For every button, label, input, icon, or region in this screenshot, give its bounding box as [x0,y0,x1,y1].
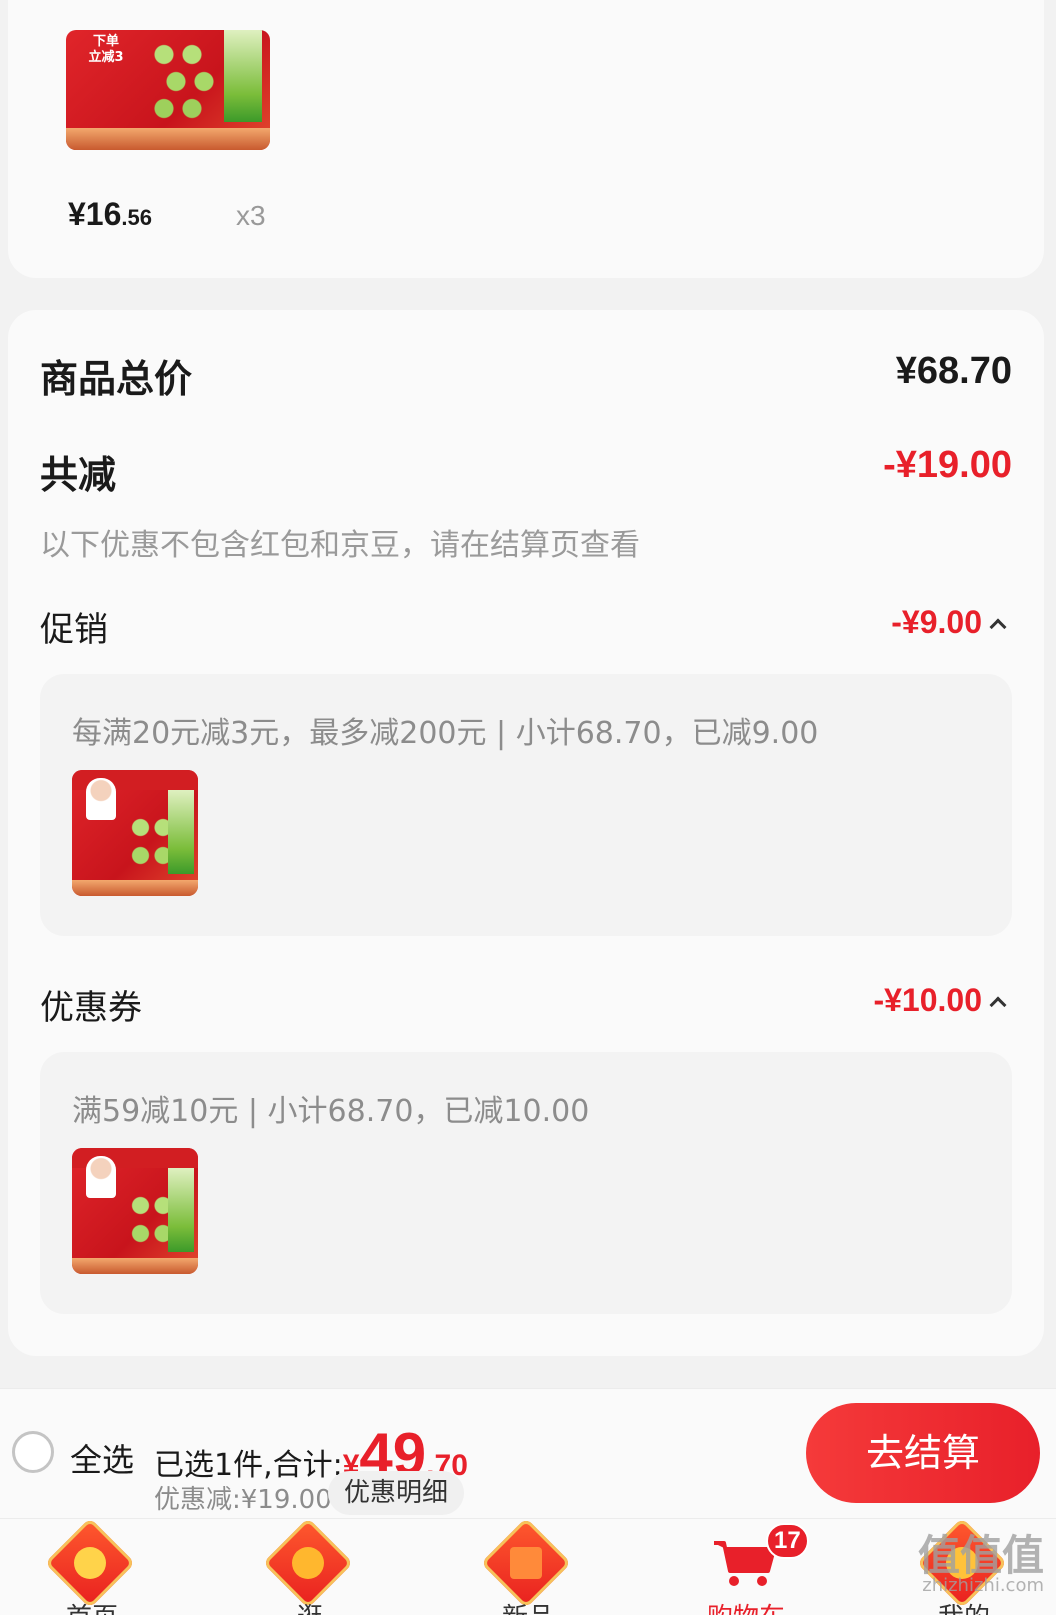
total-discount-label: 共减 [40,453,117,497]
cart-count-badge: 17 [766,1523,809,1559]
promotion-value: -¥9.00 [891,604,982,640]
coupon-value: -¥10.00 [873,982,982,1018]
watermark-text: 值值值 [917,1531,1044,1580]
discount-detail-button[interactable]: 优惠明细 [328,1471,465,1515]
thumbnail-shelf [72,880,198,896]
tissue-rolls-image [148,32,228,122]
bottom-tab-bar: 首页 逛 新品 17 购物车 我的 值值值 zhizhizhi.com [0,1518,1056,1615]
selected-count-text: 已选1件,合计: [154,1448,343,1483]
select-all-checkbox[interactable] [12,1431,54,1473]
thumbnail-person [86,778,116,820]
tab-new-products[interactable]: 新品 [458,1519,598,1615]
total-price-label: 商品总价 [40,357,193,401]
item-quantity[interactable]: x3 [236,200,266,232]
coupon-toggle[interactable]: -¥10.00 [873,982,1007,1019]
thumbnail-shelf [72,1258,198,1274]
thumbnail-promo-tag: 下单 立减3 [88,34,124,65]
total-discount-value: -¥19.00 [883,444,1012,486]
tab-label: 我的 [894,1597,1034,1615]
promotion-detail-box: 每满20元减3元，最多减200元 | 小计68.70，已减9.00 [40,674,1012,936]
price-summary-card: 商品总价 ¥68.70 共减 -¥19.00 以下优惠不包含红包和京豆，请在结算… [8,310,1044,1356]
tissue-pack-image [224,30,262,122]
thumbnail-shelf [66,128,270,150]
tab-browse[interactable]: 逛 [240,1519,380,1615]
discount-note: 以下优惠不包含红包和京豆，请在结算页查看 [40,528,640,563]
tissue-pack-image [168,790,194,874]
item-price-cents: .56 [121,205,152,230]
promotion-toggle[interactable]: -¥9.00 [891,604,1007,641]
promotion-product-thumbnail[interactable] [72,770,198,896]
browse-icon [262,1519,354,1609]
checkout-button[interactable]: 去结算 [806,1403,1040,1503]
tab-label: 新品 [458,1597,598,1615]
tab-label: 首页 [22,1597,162,1615]
new-products-icon [480,1519,572,1609]
home-icon [44,1519,136,1609]
watermark: 值值值 zhizhizhi.com [918,1535,1044,1595]
promotion-detail-text: 每满20元减3元，最多减200元 | 小计68.70，已减9.00 [72,716,819,751]
chevron-up-icon [989,996,1007,1013]
coupon-label: 优惠券 [40,988,142,1028]
watermark-url: zhizhizhi.com [922,1575,1044,1596]
select-all-label[interactable]: 全选 [70,1435,134,1481]
tab-cart[interactable]: 17 购物车 [676,1519,816,1615]
chevron-up-icon [989,618,1007,635]
promotion-label: 促销 [40,610,108,650]
cart-item-card: 下单 立减3 ¥16.56 x3 [8,0,1044,278]
tissue-pack-image [168,1168,194,1252]
coupon-detail-text: 满59减10元 | 小计68.70，已减10.00 [72,1094,590,1129]
coupon-detail-box: 满59减10元 | 小计68.70，已减10.00 [40,1052,1012,1314]
tab-home[interactable]: 首页 [22,1519,162,1615]
item-price: ¥16.56 [68,196,152,233]
discount-summary: 优惠减:¥19.00 [154,1485,332,1515]
product-thumbnail[interactable]: 下单 立减3 [66,30,270,150]
thumbnail-person [86,1156,116,1198]
tab-label: 购物车 [676,1597,816,1615]
tab-label: 逛 [240,1597,380,1615]
item-price-yen: ¥16 [68,196,122,232]
total-price-value: ¥68.70 [895,350,1012,392]
coupon-product-thumbnail[interactable] [72,1148,198,1274]
checkout-bar: 全选 已选1件,合计: ¥ 49 .70 优惠减:¥19.00 优惠明细 去结算 [0,1388,1056,1518]
